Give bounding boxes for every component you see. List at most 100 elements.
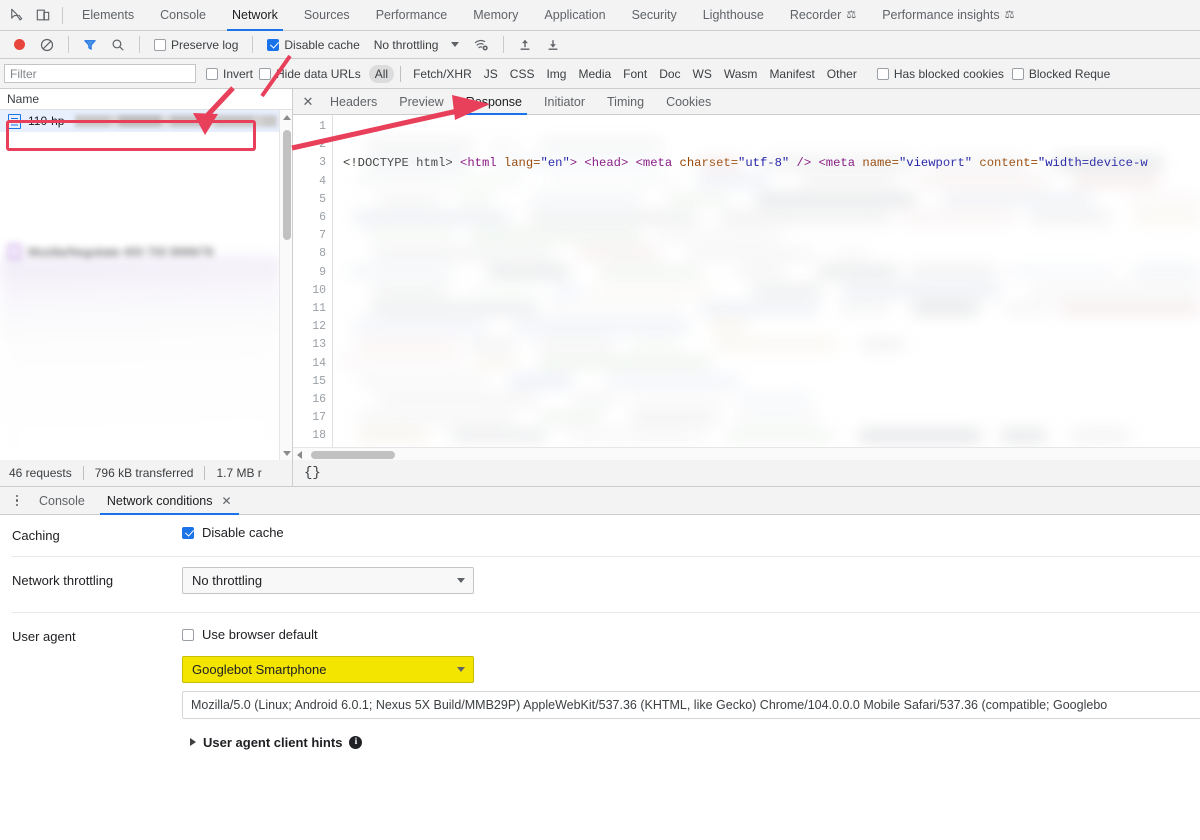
tab-initiator[interactable]: Initiator	[533, 89, 596, 115]
disable-cache-checkbox[interactable]: Disable cache	[182, 525, 284, 540]
blurred-text-run	[510, 376, 573, 386]
disable-cache-label: Disable cache	[284, 37, 360, 52]
blurred-text-run	[762, 158, 918, 168]
caching-row: Caching Disable cache	[0, 515, 1200, 543]
tab-lighthouse[interactable]: Lighthouse	[690, 0, 777, 31]
user-agent-preset-select[interactable]: Googlebot Smartphone	[182, 655, 474, 683]
column-header-name[interactable]: Name	[0, 89, 292, 110]
line-number: 13	[312, 338, 326, 352]
blurred-text-run	[544, 176, 680, 186]
selected-value: No throttling	[192, 573, 263, 588]
use-browser-default-checkbox[interactable]: Use browser default	[182, 627, 318, 642]
user-agent-client-hints-expander[interactable]: User agent client hints i	[0, 735, 1200, 750]
close-icon[interactable]: ✕	[221, 494, 231, 508]
scroll-up-icon[interactable]	[280, 110, 292, 124]
filter-type-manifest[interactable]: Manifest	[763, 65, 820, 83]
inspect-element-icon[interactable]	[4, 2, 30, 28]
blurred-text-run	[942, 194, 1093, 204]
client-hints-label: User agent client hints	[203, 734, 343, 750]
tab-response[interactable]: Response	[455, 89, 533, 115]
filter-input[interactable]	[4, 64, 196, 83]
blurred-text-run	[687, 249, 814, 259]
import-har-icon[interactable]	[512, 32, 538, 58]
tab-headers[interactable]: Headers	[319, 89, 388, 115]
blurred-text-run	[752, 285, 822, 295]
user-agent-string-input[interactable]: Mozilla/5.0 (Linux; Android 6.0.1; Nexus…	[182, 690, 1200, 719]
scrollbar-thumb[interactable]	[282, 130, 291, 240]
info-icon[interactable]: i	[349, 735, 363, 749]
throttling-dropdown[interactable]: No throttling	[368, 38, 460, 52]
network-filter-bar: Invert Hide data URLs All Fetch/XHR JS C…	[0, 59, 1200, 89]
wifi-gear-icon[interactable]	[469, 32, 495, 58]
drawer-tab-network-conditions[interactable]: Network conditions ✕	[96, 487, 243, 515]
tab-timing[interactable]: Timing	[596, 89, 655, 115]
preserve-log-checkbox[interactable]: Preserve log	[148, 38, 244, 52]
invert-checkbox[interactable]: Invert	[206, 67, 259, 81]
format-code-button[interactable]: {}	[302, 465, 323, 481]
scrollbar-thumb[interactable]	[311, 450, 395, 459]
tab-label: Lighthouse	[702, 8, 764, 22]
scroll-left-icon[interactable]	[293, 448, 306, 460]
has-blocked-cookies-checkbox[interactable]: Has blocked cookies	[863, 67, 1012, 81]
blurred-text-run	[842, 285, 1002, 295]
tab-sources[interactable]: Sources	[291, 0, 363, 31]
search-icon[interactable]	[105, 32, 131, 58]
transferred-size: 796 kB transferred	[94, 466, 194, 480]
response-code[interactable]: <!DOCTYPE html> <html lang="en"> <head> …	[333, 115, 1200, 447]
filter-type-doc[interactable]: Doc	[653, 65, 686, 83]
blurred-text-run	[698, 158, 742, 168]
filter-type-ws[interactable]: WS	[687, 65, 718, 83]
request-list-scrollbar[interactable]	[279, 110, 292, 460]
tab-recorder[interactable]: Recorder ⚖	[777, 0, 869, 31]
hide-data-urls-checkbox[interactable]: Hide data URLs	[259, 67, 369, 81]
filter-type-font[interactable]: Font	[617, 65, 653, 83]
blurred-text-run	[699, 303, 819, 313]
blurred-text-run	[723, 431, 835, 441]
more-options-icon[interactable]	[6, 490, 28, 512]
blurred-text-run	[372, 285, 448, 295]
disable-cache-checkbox[interactable]: Disable cache	[261, 38, 365, 52]
filter-type-wasm[interactable]: Wasm	[718, 65, 764, 83]
filter-type-js[interactable]: JS	[478, 65, 504, 83]
filter-type-other[interactable]: Other	[821, 65, 863, 83]
response-hscrollbar[interactable]	[293, 447, 1200, 460]
filter-type-all[interactable]: All	[368, 64, 395, 83]
scroll-down-icon[interactable]	[280, 446, 292, 460]
list-item[interactable]: Mozilla/Negotiate 400 700 9999/76	[8, 244, 213, 259]
filter-type-media[interactable]: Media	[572, 65, 617, 83]
blocked-requests-checkbox[interactable]: Blocked Reque	[1011, 67, 1110, 81]
blurred-text-run	[550, 303, 682, 313]
filter-type-img[interactable]: Img	[540, 65, 572, 83]
tab-console[interactable]: Console	[147, 0, 219, 31]
record-icon[interactable]	[6, 32, 32, 58]
line-number: 1	[319, 120, 326, 133]
blurred-text-run	[590, 285, 716, 295]
blurred-response-content	[333, 136, 1200, 447]
tab-cookies[interactable]: Cookies	[655, 89, 722, 115]
blurred-text-run	[607, 376, 741, 386]
blurred-text-run	[450, 431, 547, 441]
tab-performance-insights[interactable]: Performance insights ⚖	[869, 0, 1027, 31]
tab-preview[interactable]: Preview	[388, 89, 454, 115]
export-har-icon[interactable]	[540, 32, 566, 58]
network-throttling-select[interactable]: No throttling	[182, 567, 474, 594]
tab-security[interactable]: Security	[619, 0, 690, 31]
filter-type-css[interactable]: CSS	[504, 65, 541, 83]
checkbox-box	[259, 67, 272, 80]
tab-network[interactable]: Network	[219, 0, 291, 31]
tab-elements[interactable]: Elements	[69, 0, 147, 31]
blurred-text-run	[1058, 303, 1200, 313]
blurred-request-list	[0, 257, 282, 460]
response-body-viewer[interactable]: 1234567891011121314151617181920 <!DOCTYP…	[293, 115, 1200, 447]
tab-performance[interactable]: Performance	[363, 0, 461, 31]
tab-label: Console	[39, 493, 85, 508]
filter-icon[interactable]	[77, 32, 103, 58]
device-toolbar-icon[interactable]	[30, 2, 56, 28]
tab-memory[interactable]: Memory	[460, 0, 531, 31]
clear-icon[interactable]	[34, 32, 60, 58]
checkbox-box	[154, 38, 166, 51]
drawer-tab-console[interactable]: Console	[28, 487, 96, 515]
close-icon[interactable]: ✕	[297, 91, 319, 113]
filter-type-fetch-xhr[interactable]: Fetch/XHR	[407, 65, 478, 83]
tab-application[interactable]: Application	[531, 0, 618, 31]
